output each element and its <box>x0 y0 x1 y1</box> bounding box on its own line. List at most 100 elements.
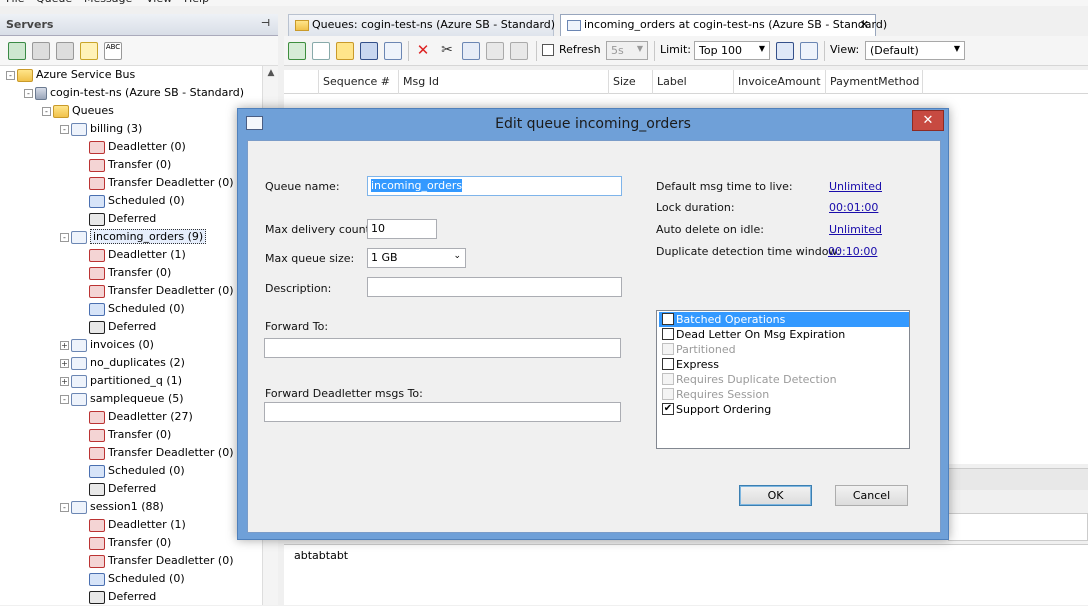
tree-node[interactable]: - session1 (88) <box>60 498 164 516</box>
collapse-icon[interactable]: - <box>24 88 33 98</box>
tree-node[interactable]: Deadletter (1) <box>89 516 186 534</box>
tree-node[interactable]: Scheduled (0) <box>89 300 185 318</box>
tree-node[interactable]: - billing (3) <box>60 120 142 138</box>
description-input[interactable] <box>367 277 622 297</box>
scroll-up-icon[interactable]: ▲ <box>263 68 279 78</box>
collapse-icon[interactable]: - <box>60 394 69 404</box>
close-tab-icon[interactable]: ✕ <box>860 18 869 31</box>
limit-select[interactable]: Top 100 ▼ <box>694 41 770 60</box>
queue-option[interactable]: ✔ Support Ordering <box>659 402 909 417</box>
column-header[interactable]: Size <box>608 70 652 94</box>
checkbox-checked-icon[interactable]: ✔ <box>662 403 674 415</box>
add-queue-icon[interactable] <box>80 42 98 60</box>
expand-icon[interactable]: + <box>60 340 69 350</box>
menu-help[interactable]: Help <box>184 0 209 5</box>
tree-node[interactable]: Transfer (0) <box>89 426 171 444</box>
send-message-icon[interactable] <box>384 42 402 60</box>
tree-node[interactable]: Transfer (0) <box>89 264 171 282</box>
tree-node[interactable]: Transfer Deadletter (0) <box>89 174 234 192</box>
cut-icon[interactable]: ✂ <box>438 42 456 60</box>
forward-deadletter-input[interactable] <box>264 402 621 422</box>
checkbox-checked-icon[interactable]: ✔ <box>662 313 674 325</box>
expand-icon[interactable]: + <box>60 376 69 386</box>
lock-duration-link[interactable]: 00:01:00 <box>829 201 878 214</box>
open-icon[interactable] <box>336 42 354 60</box>
tree-node[interactable]: - incoming_orders (9) <box>60 228 207 246</box>
queue-option[interactable]: Express <box>659 357 909 372</box>
expand-icon[interactable]: + <box>60 358 69 368</box>
tree-node[interactable]: Transfer Deadletter (0) <box>89 552 234 570</box>
tree-node[interactable]: Scheduled (0) <box>89 192 185 210</box>
delete-icon[interactable]: ✕ <box>414 42 432 60</box>
message-body-panel[interactable]: abtabtabt <box>284 544 1088 605</box>
column-header[interactable]: PaymentMethod <box>825 70 923 94</box>
tree-node[interactable]: Deadletter (27) <box>89 408 193 426</box>
tree-node[interactable]: + invoices (0) <box>60 336 154 354</box>
forward-to-input[interactable] <box>264 338 621 358</box>
column-header[interactable]: Sequence # <box>318 70 398 94</box>
msg-ttl-link[interactable]: Unlimited <box>829 180 882 193</box>
column-header[interactable]: Label <box>652 70 733 94</box>
refresh-checkbox[interactable] <box>542 44 554 56</box>
tree-node[interactable]: Scheduled (0) <box>89 462 185 480</box>
new-message-icon[interactable] <box>312 42 330 60</box>
paste-icon[interactable] <box>486 42 504 60</box>
queue-option[interactable]: Dead Letter On Msg Expiration <box>659 327 909 342</box>
tree-node[interactable]: + partitioned_q (1) <box>60 372 182 390</box>
refresh-icon[interactable] <box>288 42 306 60</box>
duplicate-window-link[interactable]: 00:10:00 <box>828 245 877 258</box>
sort-alphabetical-icon[interactable]: ABC <box>104 42 122 60</box>
view-select[interactable]: (Default) ▼ <box>865 41 965 60</box>
tree-node[interactable]: - Azure Service Bus <box>6 66 135 84</box>
move-icon[interactable] <box>510 42 528 60</box>
queue-option[interactable]: ✔ Batched Operations <box>659 312 909 327</box>
tree-node[interactable]: Deferred <box>89 318 156 336</box>
refresh-interval-select[interactable]: 5s ▼ <box>606 41 648 60</box>
tab-incoming-orders[interactable]: incoming_orders at cogin-test-ns (Azure … <box>560 14 887 36</box>
tree-node[interactable]: + no_duplicates (2) <box>60 354 185 372</box>
tree-node[interactable]: Deadletter (0) <box>89 138 186 156</box>
collapse-icon[interactable]: - <box>42 106 51 116</box>
menu-queue[interactable]: Queue <box>36 0 72 5</box>
pin-icon[interactable]: ⊣ <box>261 18 270 29</box>
save-icon[interactable] <box>360 42 378 60</box>
close-dialog-button[interactable]: ✕ <box>912 110 944 131</box>
tree-node[interactable]: Transfer Deadletter (0) <box>89 282 234 300</box>
cancel-button[interactable]: Cancel <box>835 485 908 506</box>
collapse-icon[interactable]: - <box>60 232 69 242</box>
menu-message[interactable]: Message <box>84 0 132 5</box>
ok-button[interactable]: OK <box>739 485 812 506</box>
checkbox-icon[interactable] <box>662 358 674 370</box>
tree-node[interactable]: Deadletter (1) <box>89 246 186 264</box>
column-header[interactable]: InvoiceAmount <box>733 70 825 94</box>
search-icon[interactable] <box>800 42 818 60</box>
collapse-icon[interactable]: - <box>60 124 69 134</box>
queue-name-input[interactable]: incoming_orders <box>367 176 622 196</box>
max-queue-size-select[interactable]: 1 GB ⌄ <box>367 248 466 268</box>
tree-node[interactable]: Transfer (0) <box>89 534 171 552</box>
collapse-icon[interactable]: - <box>6 70 15 80</box>
disconnect-server-icon[interactable] <box>32 42 50 60</box>
collapse-icon[interactable]: - <box>60 502 69 512</box>
tree-node[interactable]: Scheduled (0) <box>89 570 185 588</box>
server-properties-icon[interactable] <box>56 42 74 60</box>
copy-icon[interactable] <box>462 42 480 60</box>
tree-node[interactable]: Transfer (0) <box>89 156 171 174</box>
connect-server-icon[interactable] <box>8 42 26 60</box>
menu-view[interactable]: View <box>146 0 172 5</box>
tree-node[interactable]: Deferred <box>89 588 156 606</box>
checkbox-icon[interactable] <box>662 328 674 340</box>
menu-file[interactable]: File <box>6 0 24 5</box>
tree-node[interactable]: Transfer Deadletter (0) <box>89 444 234 462</box>
tree-node[interactable]: - Queues <box>42 102 114 120</box>
tree-node[interactable]: Deferred <box>89 210 156 228</box>
columns-icon[interactable] <box>776 42 794 60</box>
max-delivery-input[interactable]: 10 <box>367 219 437 239</box>
tree-node[interactable]: - cogin-test-ns (Azure SB - Standard) <box>24 84 244 102</box>
tab-queues[interactable]: Queues: cogin-test-ns (Azure SB - Standa… <box>288 14 555 36</box>
column-header[interactable]: Msg Id <box>398 70 608 94</box>
details-field[interactable] <box>948 513 1088 541</box>
auto-delete-link[interactable]: Unlimited <box>829 223 882 236</box>
tree-node[interactable]: Deferred <box>89 480 156 498</box>
tree-node[interactable]: - samplequeue (5) <box>60 390 184 408</box>
